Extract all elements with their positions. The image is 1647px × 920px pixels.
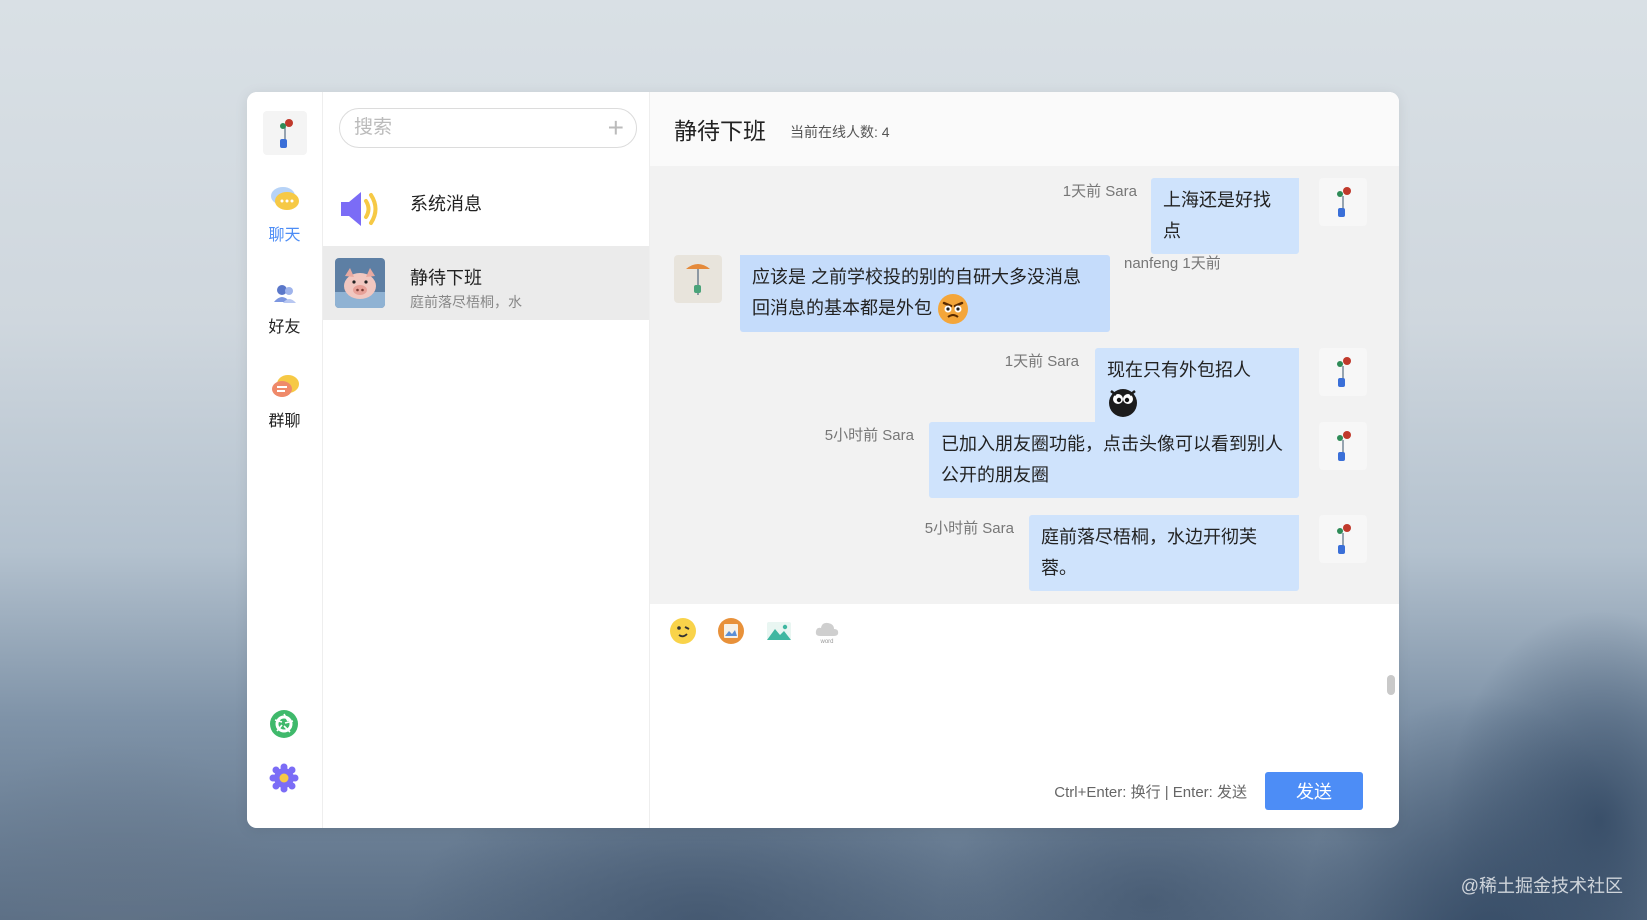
my-avatar[interactable] bbox=[263, 111, 307, 155]
chat-pane: 静待下班 当前在线人数: 4 1天前 Sara 上海还是好找点 应该是 之前学校… bbox=[650, 92, 1399, 828]
nav-item-friends[interactable]: 好友 bbox=[247, 282, 322, 337]
search-box: + bbox=[339, 108, 637, 148]
emoji-face-icon[interactable] bbox=[668, 616, 698, 646]
message-text: 已加入朋友圈功能，点击头像可以看到别人公开的朋友圈 bbox=[941, 434, 1283, 485]
conversation-title: 系统消息 bbox=[410, 194, 482, 214]
message-bubble[interactable]: 现在只有外包招人 bbox=[1095, 348, 1299, 426]
message-text: 上海还是好找点 bbox=[1163, 190, 1271, 241]
message-bubble[interactable]: 庭前落尽梧桐，水边开彻芙蓉。 bbox=[1029, 515, 1299, 591]
sara-avatar[interactable] bbox=[1319, 422, 1367, 470]
shortcut-hint: Ctrl+Enter: 换行 | Enter: 发送 bbox=[1054, 784, 1247, 801]
message-list: 1天前 Sara 上海还是好找点 应该是 之前学校投的别的自研大多没消息 回消息… bbox=[650, 166, 1399, 604]
nav-item-label: 好友 bbox=[268, 319, 301, 336]
message-meta: nanfeng 1天前 bbox=[1124, 255, 1221, 272]
search-input[interactable] bbox=[352, 116, 608, 140]
word-cloud-icon[interactable]: word bbox=[812, 616, 842, 646]
watermark: @稀土掘金技术社区 bbox=[1460, 876, 1623, 896]
sara-avatar[interactable] bbox=[1319, 348, 1367, 396]
add-plus-icon[interactable]: + bbox=[608, 114, 624, 142]
nav-item-label: 群聊 bbox=[268, 413, 301, 430]
chat-app-window: 聊天 好友 群聊 搜索 + 系统消息 静待下班 庭前落尽梧桐，水 静待下班 当前… bbox=[247, 92, 1399, 828]
message-meta: 5小时前 Sara bbox=[924, 520, 1014, 537]
landscape-image-icon[interactable] bbox=[764, 616, 794, 646]
message-bubble[interactable]: 上海还是好找点 bbox=[1151, 178, 1299, 254]
sara-avatar[interactable] bbox=[1319, 178, 1367, 226]
angry-face-emoji bbox=[938, 294, 969, 325]
message-scrollbar[interactable] bbox=[1387, 675, 1395, 695]
send-button[interactable]: 发送 bbox=[1265, 772, 1363, 810]
message-bubble[interactable]: 已加入朋友圈功能，点击头像可以看到别人公开的朋友圈 bbox=[929, 422, 1299, 498]
online-count: 当前在线人数: 4 bbox=[790, 124, 890, 140]
friends-icon bbox=[273, 285, 296, 303]
chat-title: 静待下班 bbox=[674, 118, 766, 144]
conversation-item-system[interactable]: 系统消息 bbox=[323, 172, 649, 246]
speaker-icon bbox=[335, 184, 385, 234]
nav-item-label: 聊天 bbox=[268, 227, 301, 244]
message-text: 庭前落尽梧桐，水边开彻芙蓉。 bbox=[1041, 527, 1257, 578]
big-eyes-emoji bbox=[1109, 389, 1137, 418]
message-text: 应该是 之前学校投的别的自研大多没消息 回消息的基本都是外包 bbox=[752, 267, 1081, 318]
message-meta: 5小时前 Sara bbox=[824, 427, 914, 444]
conversation-item-group[interactable]: 静待下班 庭前落尽梧桐，水 bbox=[323, 246, 649, 320]
moments-aperture-icon[interactable] bbox=[269, 709, 299, 739]
message-composer[interactable] bbox=[668, 658, 1379, 762]
conversation-list: + 系统消息 bbox=[323, 92, 650, 828]
sara-avatar[interactable] bbox=[1319, 515, 1367, 563]
settings-gear-icon[interactable] bbox=[269, 763, 299, 793]
svg-text:word: word bbox=[819, 639, 833, 645]
pig-avatar bbox=[335, 258, 385, 308]
group-chat-icon bbox=[271, 375, 299, 397]
message-meta: 1天前 Sara bbox=[1004, 353, 1079, 370]
conversation-title: 静待下班 bbox=[410, 268, 482, 288]
nav-item-chat[interactable]: 聊天 bbox=[247, 184, 322, 245]
chat-bubbles-icon bbox=[270, 187, 299, 210]
nanfeng-avatar[interactable] bbox=[674, 255, 722, 303]
message-text: 现在只有外包招人 bbox=[1107, 360, 1251, 380]
message-bubble[interactable]: 应该是 之前学校投的别的自研大多没消息 回消息的基本都是外包 bbox=[740, 255, 1110, 333]
composer-toolbar: word bbox=[668, 616, 842, 646]
nav-item-group-chat[interactable]: 群聊 bbox=[247, 372, 322, 431]
message-meta: 1天前 Sara bbox=[1062, 183, 1137, 200]
conversation-preview: 庭前落尽梧桐，水 bbox=[410, 294, 522, 310]
chat-header: 静待下班 当前在线人数: 4 bbox=[650, 92, 1399, 166]
nav-rail: 聊天 好友 群聊 bbox=[247, 92, 323, 828]
image-frame-icon[interactable] bbox=[716, 616, 746, 646]
